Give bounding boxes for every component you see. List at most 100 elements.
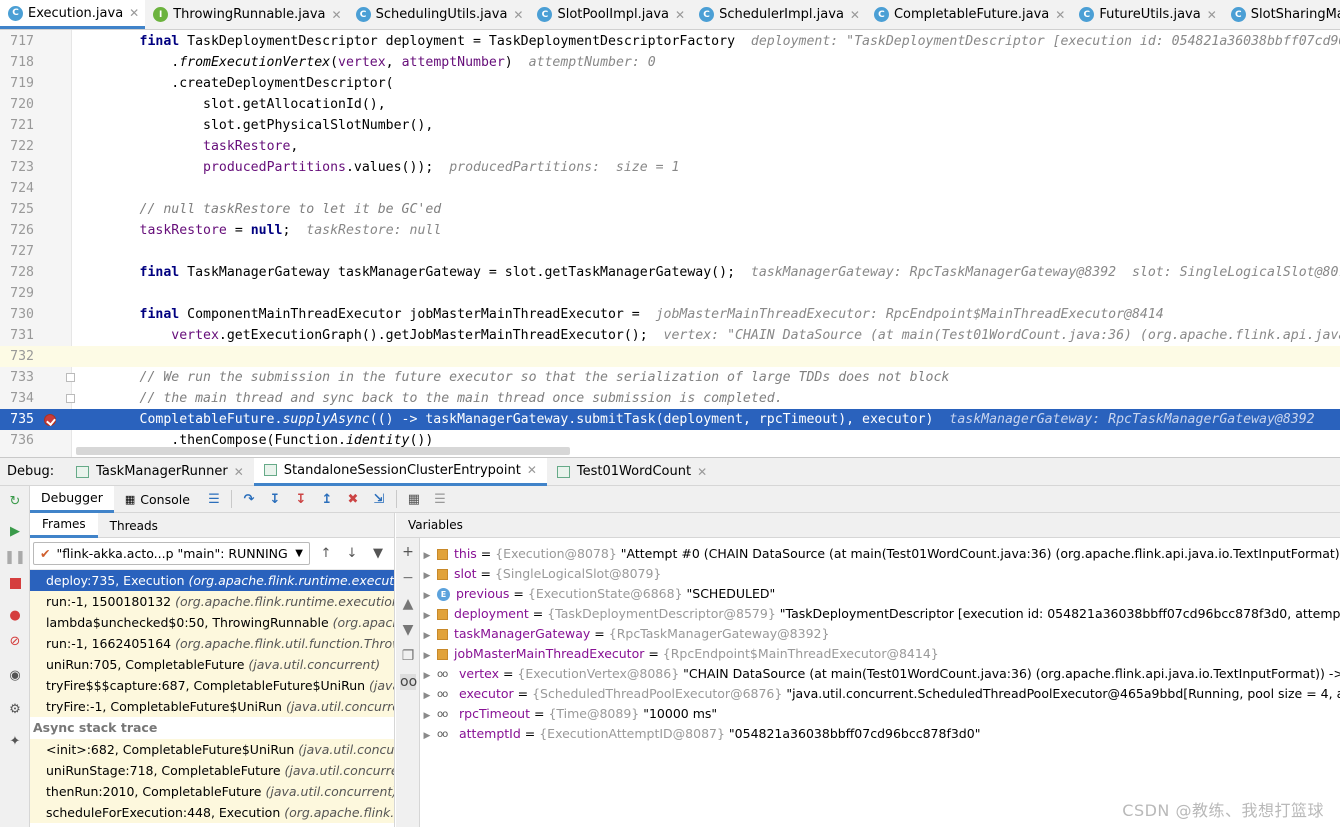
code-line[interactable]: 725 // null taskRestore to let it be GC'… — [0, 199, 1340, 220]
code-line[interactable]: 718 .fromExecutionVertex(vertex, attempt… — [0, 52, 1340, 73]
code-text[interactable]: // the main thread and sync back to the … — [76, 388, 783, 409]
stack-frame[interactable]: uniRun:705, CompletableFuture (java.util… — [30, 654, 394, 675]
run-to-cursor-icon[interactable]: ⇲ — [369, 489, 389, 509]
step-out-icon[interactable]: ↥ — [317, 489, 337, 509]
stack-frame[interactable]: lambda$unchecked$0:50, ThrowingRunnable … — [30, 612, 394, 633]
code-text[interactable]: .fromExecutionVertex(vertex, attemptNumb… — [76, 52, 655, 73]
step-over-icon[interactable]: ↷ — [239, 489, 259, 509]
tab-threads[interactable]: Threads — [98, 513, 170, 538]
camera-icon[interactable]: ◉ — [6, 666, 24, 684]
show-execution-point-icon[interactable]: ☰ — [204, 489, 224, 509]
code-line[interactable]: 729 — [0, 283, 1340, 304]
close-icon[interactable]: ✕ — [129, 6, 139, 20]
thread-select[interactable]: ✔ "flink-akka.acto...p "main": RUNNING ▼ — [33, 542, 310, 565]
expand-arrow-icon[interactable]: ▶ — [420, 586, 434, 606]
line-number[interactable]: 735 — [0, 409, 34, 430]
stack-frame[interactable]: scheduleForExecution:448, Execution (org… — [30, 802, 394, 823]
editor-tab[interactable]: C SlotPoolImpl.java ✕ — [529, 0, 691, 29]
code-line[interactable]: 728 final TaskManagerGateway taskManager… — [0, 262, 1340, 283]
code-text[interactable] — [76, 241, 140, 262]
close-icon[interactable]: ✕ — [675, 8, 685, 22]
line-number[interactable]: 736 — [0, 430, 34, 451]
close-icon[interactable]: ✕ — [513, 8, 523, 22]
tab-frames[interactable]: Frames — [30, 513, 98, 538]
code-text[interactable]: // null taskRestore to let it be GC'ed — [76, 199, 442, 220]
code-line[interactable]: 732 — [0, 346, 1340, 367]
close-icon[interactable]: ✕ — [1055, 8, 1065, 22]
code-text[interactable]: // We run the submission in the future e… — [76, 367, 950, 388]
tab-debugger[interactable]: Debugger — [30, 485, 114, 513]
code-text[interactable]: producedPartitions.values()); producedPa… — [76, 157, 679, 178]
view-breakpoints-icon[interactable]: ● — [6, 606, 24, 624]
variable-row[interactable]: ▶ oo vertex = {ExecutionVertex@8086} "CHAI… — [420, 664, 1340, 684]
fold-marker-icon[interactable] — [66, 394, 75, 403]
run-config-tab[interactable]: TaskManagerRunner ✕ — [66, 458, 254, 486]
expand-arrow-icon[interactable]: ▶ — [420, 706, 434, 726]
code-line[interactable]: 731 vertex.getExecutionGraph().getJobMas… — [0, 325, 1340, 346]
code-text[interactable]: taskRestore = null; taskRestore: null — [76, 220, 442, 241]
code-text[interactable]: vertex.getExecutionGraph().getJobMasterM… — [76, 325, 1340, 346]
close-icon[interactable]: ✕ — [697, 465, 707, 479]
move-down-icon[interactable]: ▼ — [400, 622, 416, 638]
evaluate-expression-icon[interactable]: ▦ — [404, 489, 424, 509]
settings-gear-icon[interactable]: ⚙ — [6, 700, 24, 718]
copy-icon[interactable]: ❐ — [400, 648, 416, 664]
code-text[interactable] — [76, 283, 140, 304]
stack-frame[interactable]: <init>:682, CompletableFuture$UniRun (ja… — [30, 739, 394, 760]
line-number[interactable]: 733 — [0, 367, 34, 388]
close-icon[interactable]: ✕ — [332, 8, 342, 22]
close-icon[interactable]: ✕ — [234, 465, 244, 479]
close-icon[interactable]: ✕ — [850, 8, 860, 22]
line-number[interactable]: 723 — [0, 157, 34, 178]
variable-row[interactable]: ▶ this = {Execution@8078} "Attempt #0 (CH… — [420, 544, 1340, 564]
line-number[interactable]: 718 — [0, 52, 34, 73]
run-config-tab[interactable]: StandaloneSessionClusterEntrypoint ✕ — [253, 457, 547, 486]
editor-tab[interactable]: C Execution.java ✕ — [0, 0, 146, 29]
close-icon[interactable]: ✕ — [1207, 8, 1217, 22]
code-text[interactable] — [76, 346, 140, 367]
line-number[interactable]: 728 — [0, 262, 34, 283]
horizontal-scrollbar[interactable] — [76, 447, 570, 455]
code-line[interactable]: 722 taskRestore, — [0, 136, 1340, 157]
variable-row[interactable]: ▶ slot = {SingleLogicalSlot@8079} — [420, 564, 662, 584]
code-line[interactable]: 733 // We run the submission in the futu… — [0, 367, 1340, 388]
editor-tab[interactable]: C SchedulingUtils.java ✕ — [348, 0, 530, 29]
line-number[interactable]: 732 — [0, 346, 34, 367]
add-watch-icon[interactable]: + — [400, 544, 416, 560]
code-line[interactable]: 721 slot.getPhysicalSlotNumber(), — [0, 115, 1340, 136]
code-text[interactable]: .createDeploymentDescriptor( — [76, 73, 393, 94]
expand-arrow-icon[interactable]: ▶ — [420, 626, 434, 646]
trace-current-stream-icon[interactable]: ☰ — [430, 489, 450, 509]
code-text[interactable]: slot.getAllocationId(), — [76, 94, 386, 115]
editor-tab[interactable]: C CompletableFuture.java ✕ — [866, 0, 1071, 29]
variable-row[interactable]: ▶ jobMasterMainThreadExecutor = {RpcEndpo… — [420, 644, 939, 664]
rerun-icon[interactable]: ↻ — [6, 492, 24, 510]
variable-row[interactable]: ▶ taskManagerGateway = {RpcTaskManagerGat… — [420, 624, 830, 646]
editor-tab[interactable]: I ThrowingRunnable.java ✕ — [145, 0, 347, 29]
editor-tab[interactable]: CSlotSharingManager.java✕ — [1223, 0, 1340, 29]
line-number[interactable]: 719 — [0, 73, 34, 94]
code-line[interactable]: 735 CompletableFuture.supplyAsync(() -> … — [0, 409, 1340, 430]
run-config-tab[interactable]: Test01WordCount ✕ — [547, 458, 717, 486]
code-line[interactable]: 723 producedPartitions.values()); produc… — [0, 157, 1340, 178]
line-number[interactable]: 726 — [0, 220, 34, 241]
line-number[interactable]: 721 — [0, 115, 34, 136]
expand-arrow-icon[interactable]: ▶ — [420, 646, 434, 666]
tab-console[interactable]: ▦ Console — [114, 486, 201, 513]
step-into-icon[interactable]: ↧ — [265, 489, 285, 509]
stack-frame[interactable]: deploy:735, Execution (org.apache.flink.… — [30, 570, 394, 591]
stack-frame[interactable]: tryFire:-1, CompletableFuture$UniRun (ja… — [30, 696, 394, 717]
variable-row[interactable]: ▶ oo executor = {ScheduledThreadPoolExecut… — [420, 684, 1340, 704]
code-line[interactable]: 730 final ComponentMainThreadExecutor jo… — [0, 304, 1340, 325]
show-watches-icon[interactable]: oo — [400, 674, 417, 690]
stop-icon[interactable] — [6, 574, 24, 592]
line-number[interactable]: 727 — [0, 241, 34, 262]
code-line[interactable]: 717 final TaskDeploymentDescriptor deplo… — [0, 31, 1340, 52]
code-text[interactable]: taskRestore, — [76, 136, 298, 157]
variable-row[interactable]: ▶ oo rpcTimeout = {Time@8089} "10000 ms" — [420, 704, 718, 726]
expand-arrow-icon[interactable]: ▶ — [420, 546, 434, 566]
line-number[interactable]: 734 — [0, 388, 34, 409]
variable-row[interactable]: ▶ deployment = {TaskDeploymentDescriptor@… — [420, 604, 1340, 624]
code-editor[interactable]: 717 final TaskDeploymentDescriptor deplo… — [0, 30, 1340, 457]
code-line[interactable]: 724 — [0, 178, 1340, 199]
